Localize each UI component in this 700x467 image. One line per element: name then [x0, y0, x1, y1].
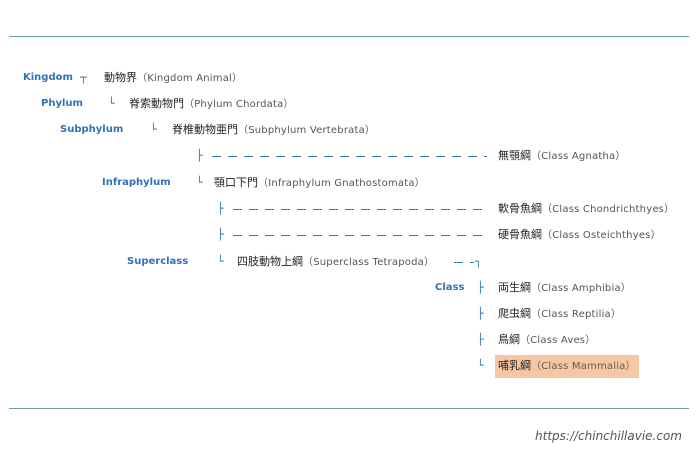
rank-label-superclass: Superclass	[127, 256, 189, 267]
connector-agnatha: ├	[196, 149, 203, 162]
taxon-name-ja: 硬骨魚綱	[498, 228, 542, 241]
taxon-name-en: （Class Aves）	[520, 335, 596, 346]
taxon-name-ja: 顎口下門	[214, 176, 258, 189]
dashed-line-agnatha	[212, 156, 487, 157]
taxon-name-ja: 哺乳綱	[498, 359, 531, 372]
connector-mammalia: └	[477, 359, 484, 372]
connector-osteichthyes: ├	[217, 228, 224, 241]
taxon-class-osteichthyes: 硬骨魚綱（Class Osteichthyes）	[498, 228, 661, 243]
taxon-class-agnatha: 無顎綱（Class Agnatha）	[498, 149, 626, 164]
taxon-name-ja: 鳥綱	[498, 333, 520, 346]
bottom-divider	[9, 408, 689, 409]
taxon-name-en: （Phylum Chordata）	[184, 99, 294, 110]
rank-label-kingdom: Kingdom	[23, 72, 73, 83]
rank-label-class: Class	[435, 282, 465, 293]
taxon-name-en: （Infraphylum Gnathostomata）	[258, 178, 425, 189]
connector-amphibia: ├	[477, 281, 484, 294]
taxon-subphylum-vertebrata: 脊椎動物亜門（Subphylum Vertebrata）	[172, 123, 375, 138]
dashed-line-osteichthyes	[233, 235, 487, 236]
connector-superclass: └	[217, 255, 224, 268]
connector-phylum: └	[108, 97, 115, 110]
taxon-name-en: （Class Amphibia）	[531, 283, 631, 294]
taxon-name-ja: 無顎綱	[498, 149, 531, 162]
taxon-name-ja: 爬虫綱	[498, 307, 531, 320]
taxon-class-chondrichthyes: 軟骨魚綱（Class Chondrichthyes）	[498, 202, 674, 217]
taxon-name-ja: 脊索動物門	[129, 97, 184, 110]
rank-label-phylum: Phylum	[41, 98, 83, 109]
connector-infraphylum: └	[196, 176, 203, 189]
taxon-infraphylum-gnathostomata: 顎口下門（Infraphylum Gnathostomata）	[214, 176, 425, 191]
connector-chondrichthyes: ├	[217, 202, 224, 215]
taxon-name-en: （Class Chondrichthyes）	[542, 204, 675, 215]
taxon-name-en: （Class Agnatha）	[531, 151, 626, 162]
taxon-name-en: （Class Osteichthyes）	[542, 230, 661, 241]
taxon-name-en: （Class Mammalia）	[531, 361, 636, 372]
taxon-name-en: （Superclass Tetrapoda）	[303, 257, 435, 268]
taxon-kingdom-animal: 動物界（Kingdom Animal）	[104, 71, 242, 86]
taxon-name-ja: 動物界	[104, 71, 137, 84]
connector-aves: ├	[477, 333, 484, 346]
taxon-name-ja: 両生綱	[498, 281, 531, 294]
connector-kingdom: ┬	[80, 71, 87, 84]
taxon-superclass-tetrapoda: 四肢動物上綱（Superclass Tetrapoda）	[237, 255, 434, 270]
taxon-class-aves: 鳥綱（Class Aves）	[498, 333, 595, 348]
dashed-line-tetrapoda	[454, 262, 474, 263]
taxon-name-en: （Class Reptilia）	[531, 309, 622, 320]
taxon-name-en: （Kingdom Animal）	[137, 73, 243, 84]
taxon-class-reptilia: 爬虫綱（Class Reptilia）	[498, 307, 621, 322]
dashed-line-chondrichthyes	[233, 209, 487, 210]
connector-subphylum: └	[150, 123, 157, 136]
taxon-name-en: （Subphylum Vertebrata）	[238, 125, 376, 136]
taxon-class-amphibia: 両生綱（Class Amphibia）	[498, 281, 631, 296]
top-divider	[9, 36, 689, 37]
taxon-name-ja: 脊椎動物亜門	[172, 123, 238, 136]
taxon-name-ja: 四肢動物上綱	[237, 255, 303, 268]
site-credit: https://chinchillavie.com	[535, 429, 682, 443]
taxon-phylum-chordata: 脊索動物門（Phylum Chordata）	[129, 97, 294, 112]
taxon-class-mammalia-highlighted: 哺乳綱（Class Mammalia）	[495, 355, 639, 378]
taxon-name-ja: 軟骨魚綱	[498, 202, 542, 215]
connector-reptilia: ├	[477, 307, 484, 320]
rank-label-subphylum: Subphylum	[60, 124, 124, 135]
connector-tetrapoda-down: ┐	[475, 255, 482, 268]
rank-label-infraphylum: Infraphylum	[102, 177, 171, 188]
